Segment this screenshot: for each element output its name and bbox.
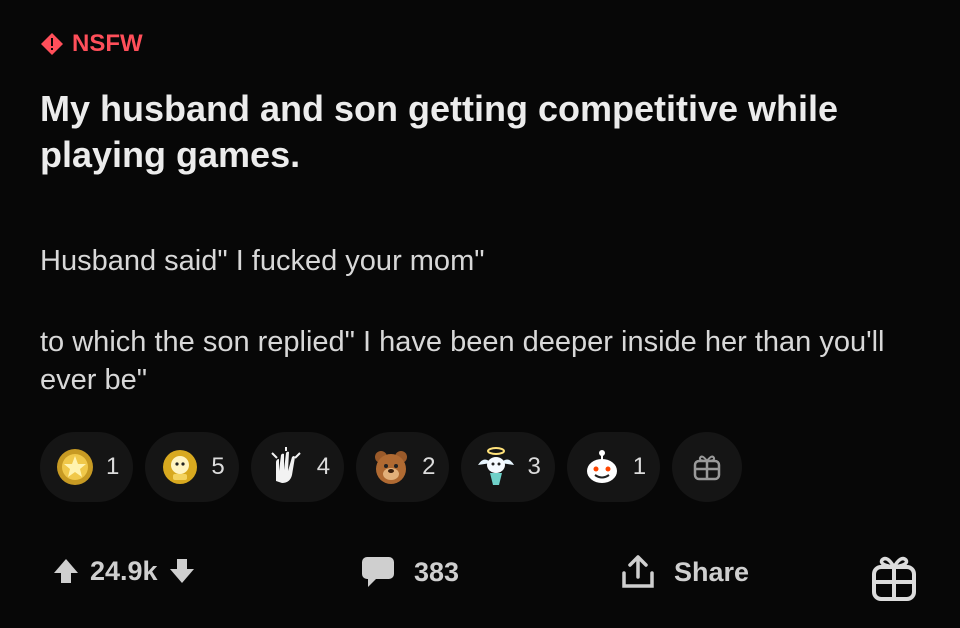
action-bar: 24.9k 383 Share bbox=[0, 545, 960, 605]
award-item[interactable]: 5 bbox=[145, 432, 239, 502]
comment-count: 383 bbox=[414, 556, 460, 587]
post-body-paragraph: to which the son replied" I have been de… bbox=[40, 326, 885, 396]
bear-award-icon bbox=[366, 442, 416, 492]
award-count: 1 bbox=[632, 453, 647, 480]
award-count: 2 bbox=[422, 453, 436, 480]
award-button[interactable] bbox=[870, 551, 918, 608]
angel-award-icon bbox=[471, 442, 521, 492]
post-card: NSFW My husband and son getting competit… bbox=[0, 0, 960, 628]
nsfw-label: NSFW bbox=[72, 30, 143, 57]
gift-icon bbox=[872, 556, 916, 601]
awards-bar: 1 5 4 2 3 1 bbox=[40, 432, 743, 502]
award-item[interactable]: 1 bbox=[40, 432, 134, 502]
applause-hands-award-icon bbox=[261, 442, 311, 492]
post-title[interactable]: My husband and son getting competitive w… bbox=[40, 86, 900, 178]
award-item[interactable]: 2 bbox=[356, 432, 450, 502]
share-button[interactable]: Share bbox=[620, 553, 749, 591]
helpful-award-icon bbox=[155, 442, 205, 492]
share-label: Share bbox=[674, 556, 750, 587]
award-item[interactable]: 3 bbox=[461, 432, 555, 502]
vote-score: 24.9k bbox=[90, 555, 158, 586]
nsfw-diamond-icon bbox=[41, 33, 63, 55]
downvote-icon[interactable] bbox=[166, 555, 198, 587]
comment-bubble-icon bbox=[362, 557, 394, 587]
vote-control: 24.9k bbox=[50, 555, 198, 587]
snoo-award-icon bbox=[577, 442, 627, 492]
upvote-icon[interactable] bbox=[50, 555, 82, 587]
award-item[interactable]: 1 bbox=[566, 432, 661, 502]
award-item[interactable]: 4 bbox=[250, 432, 345, 502]
give-award-button[interactable] bbox=[672, 432, 743, 502]
nsfw-tag: NSFW bbox=[40, 30, 143, 58]
award-count: 1 bbox=[106, 453, 120, 480]
award-count: 3 bbox=[527, 453, 541, 480]
comments-button[interactable]: 383 bbox=[360, 555, 459, 589]
share-icon bbox=[622, 555, 654, 588]
award-count: 5 bbox=[211, 453, 225, 480]
award-count: 4 bbox=[316, 453, 331, 480]
post-body-paragraph: Husband said" I fucked your mom" bbox=[40, 245, 485, 277]
gift-icon bbox=[693, 455, 721, 481]
gold-star-award-icon bbox=[50, 442, 100, 492]
